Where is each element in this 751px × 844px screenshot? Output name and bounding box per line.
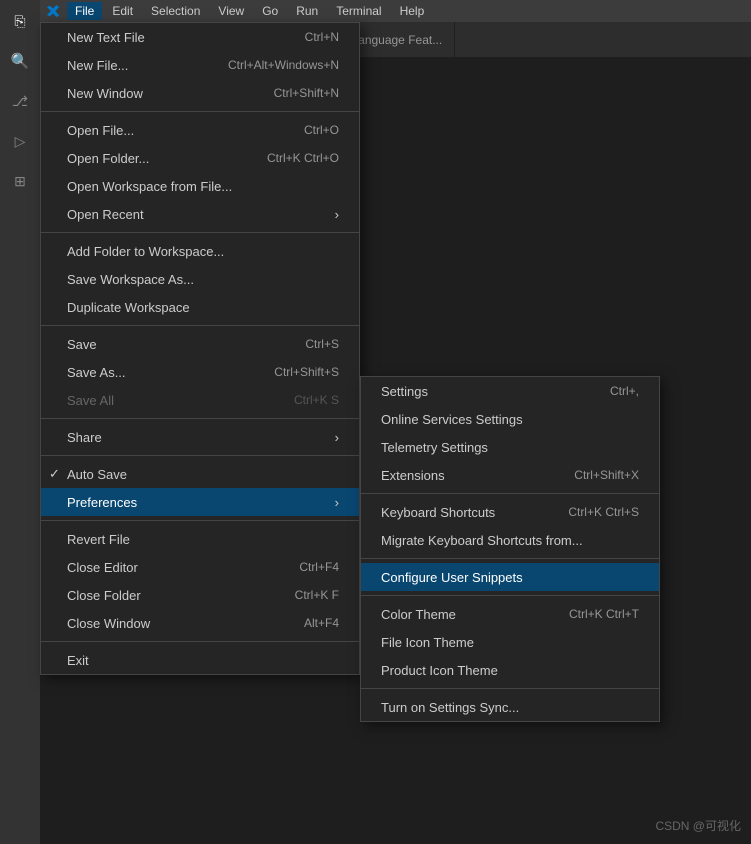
menu-run[interactable]: Run: [288, 2, 326, 20]
menu-add-folder[interactable]: Add Folder to Workspace...: [41, 237, 359, 265]
menu-exit[interactable]: Exit: [41, 646, 359, 674]
menu-new-window[interactable]: New Window Ctrl+Shift+N: [41, 79, 359, 107]
submenu-divider-3: [361, 595, 659, 596]
submenu-divider-2: [361, 558, 659, 559]
menu-divider-6: [41, 520, 359, 521]
activity-explorer-icon[interactable]: ⎘: [4, 5, 36, 37]
watermark: CSDN @可视化: [655, 817, 741, 834]
submenu-online-services[interactable]: Online Services Settings: [361, 405, 659, 433]
menu-close-folder[interactable]: Close Folder Ctrl+K F: [41, 581, 359, 609]
activity-debug-icon[interactable]: ▷: [4, 125, 36, 157]
menu-divider-2: [41, 232, 359, 233]
submenu-color-theme[interactable]: Color Theme Ctrl+K Ctrl+T: [361, 600, 659, 628]
submenu-extensions[interactable]: Extensions Ctrl+Shift+X: [361, 461, 659, 489]
activity-bar: ⎘ 🔍 ⎇ ▷ ⊞: [0, 0, 40, 844]
activity-extensions-icon[interactable]: ⊞: [4, 165, 36, 197]
menu-file[interactable]: File: [67, 2, 102, 20]
menu-open-file[interactable]: Open File... Ctrl+O: [41, 116, 359, 144]
menu-edit[interactable]: Edit: [104, 2, 141, 20]
menu-divider-3: [41, 325, 359, 326]
menu-preferences[interactable]: Preferences ›: [41, 488, 359, 516]
menu-open-folder[interactable]: Open Folder... Ctrl+K Ctrl+O: [41, 144, 359, 172]
submenu-keyboard-shortcuts[interactable]: Keyboard Shortcuts Ctrl+K Ctrl+S: [361, 498, 659, 526]
menu-bar: File Edit Selection View Go Run Terminal…: [40, 0, 751, 22]
menu-divider-4: [41, 418, 359, 419]
submenu-divider-4: [361, 688, 659, 689]
menu-go[interactable]: Go: [254, 2, 286, 20]
menu-new-file[interactable]: New File... Ctrl+Alt+Windows+N: [41, 51, 359, 79]
menu-divider-7: [41, 641, 359, 642]
menu-revert-file[interactable]: Revert File: [41, 525, 359, 553]
submenu-telemetry[interactable]: Telemetry Settings: [361, 433, 659, 461]
submenu-settings[interactable]: Settings Ctrl+,: [361, 377, 659, 405]
activity-source-control-icon[interactable]: ⎇: [4, 85, 36, 117]
menu-help[interactable]: Help: [392, 2, 433, 20]
submenu-divider-1: [361, 493, 659, 494]
submenu-file-icon-theme[interactable]: File Icon Theme: [361, 628, 659, 656]
submenu-settings-sync[interactable]: Turn on Settings Sync...: [361, 693, 659, 721]
submenu-product-icon-theme[interactable]: Product Icon Theme: [361, 656, 659, 684]
menu-new-text-file[interactable]: New Text File Ctrl+N: [41, 23, 359, 51]
menu-close-window[interactable]: Close Window Alt+F4: [41, 609, 359, 637]
menu-share[interactable]: Share ›: [41, 423, 359, 451]
activity-search-icon[interactable]: 🔍: [4, 45, 36, 77]
submenu-migrate-shortcuts[interactable]: Migrate Keyboard Shortcuts from...: [361, 526, 659, 554]
menu-duplicate-workspace[interactable]: Duplicate Workspace: [41, 293, 359, 321]
file-dropdown-menu: New Text File Ctrl+N New File... Ctrl+Al…: [40, 22, 360, 675]
menu-save[interactable]: Save Ctrl+S: [41, 330, 359, 358]
menu-divider-1: [41, 111, 359, 112]
menu-save-all: Save All Ctrl+K S: [41, 386, 359, 414]
menu-save-workspace-as[interactable]: Save Workspace As...: [41, 265, 359, 293]
menu-open-workspace[interactable]: Open Workspace from File...: [41, 172, 359, 200]
menu-divider-5: [41, 455, 359, 456]
menu-save-as[interactable]: Save As... Ctrl+Shift+S: [41, 358, 359, 386]
menu-auto-save[interactable]: Auto Save: [41, 460, 359, 488]
menu-open-recent[interactable]: Open Recent ›: [41, 200, 359, 228]
menu-close-editor[interactable]: Close Editor Ctrl+F4: [41, 553, 359, 581]
vscode-logo: [45, 3, 61, 19]
menu-terminal[interactable]: Terminal: [328, 2, 389, 20]
menu-selection[interactable]: Selection: [143, 2, 208, 20]
submenu-configure-snippets[interactable]: Configure User Snippets: [361, 563, 659, 591]
preferences-submenu: Settings Ctrl+, Online Services Settings…: [360, 376, 660, 722]
menu-view[interactable]: View: [210, 2, 252, 20]
